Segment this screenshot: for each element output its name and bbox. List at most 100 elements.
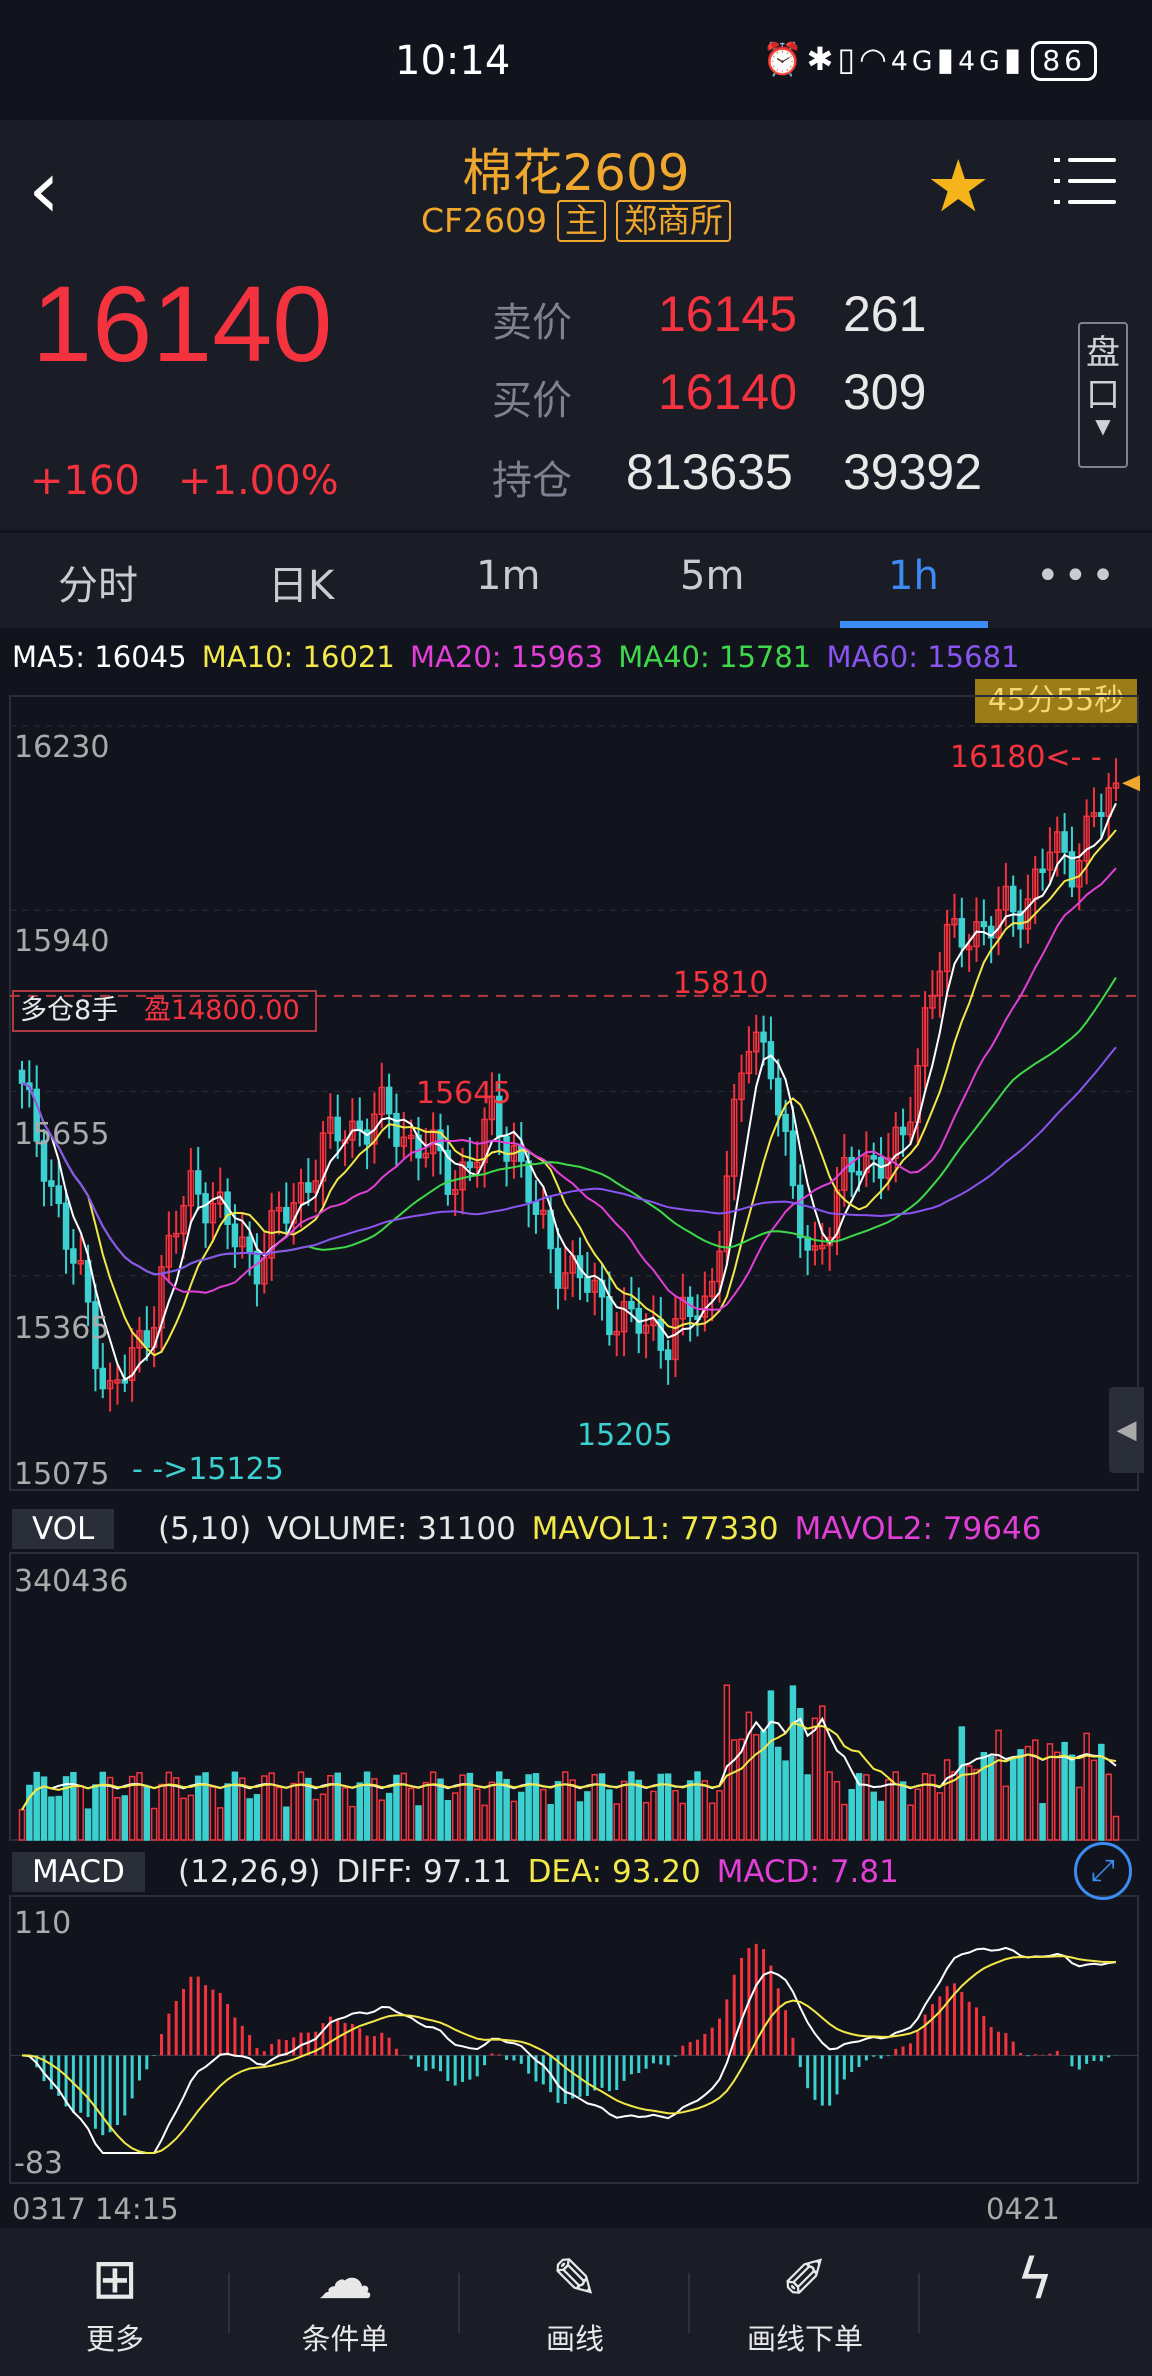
volume-bar — [415, 1805, 422, 1841]
diff-value: DIFF: 97.11 — [336, 1854, 512, 1890]
position-indicator[interactable]: 多仓8手 盈14800.00 — [12, 990, 317, 1032]
ask-volume: 261 — [843, 286, 927, 342]
candle-body — [18, 1069, 26, 1084]
volume-bar — [1039, 1803, 1046, 1841]
tab-5m[interactable]: 5m — [680, 553, 744, 599]
volume-bar — [55, 1795, 62, 1841]
dea-line — [21, 1955, 1116, 2154]
volume-bar — [1090, 1759, 1098, 1841]
nav-draw-line[interactable]: ✎ 画线 — [460, 2228, 690, 2376]
volume-bar — [18, 1809, 26, 1841]
candle-body — [363, 1129, 371, 1145]
volume-bar — [70, 1771, 77, 1841]
exchange-tag: 郑商所 — [616, 200, 731, 242]
wifi-icon: ◠ — [858, 40, 891, 78]
candle-body — [606, 1296, 613, 1336]
candle-body — [899, 1126, 907, 1136]
dea-value: DEA: 93.20 — [527, 1854, 701, 1890]
mavol1-value: MAVOL1: 77330 — [531, 1511, 779, 1547]
volume-bar — [752, 1733, 760, 1841]
candle-body — [797, 1184, 804, 1239]
candle-body — [253, 1250, 261, 1285]
fullscreen-icon[interactable]: ⤢ — [1074, 1842, 1132, 1900]
collapse-panel-icon[interactable]: ◀ — [1109, 1387, 1144, 1473]
volume-bar — [694, 1771, 701, 1841]
mavol2-value: MAVOL2: 79646 — [794, 1511, 1042, 1547]
volume-bar — [973, 1768, 980, 1841]
candle-body — [393, 1112, 400, 1147]
volume-bar — [33, 1771, 40, 1841]
pen-icon: ✎ — [551, 2247, 599, 2312]
tab-daily-k[interactable]: 日K — [268, 553, 334, 611]
candle-body — [194, 1170, 202, 1195]
candle-body — [789, 1130, 797, 1187]
volume-bar — [554, 1781, 562, 1841]
nav-condition-order[interactable]: ☁ 条件单 — [230, 2228, 460, 2376]
latest-price-marker: 16180<- - — [950, 740, 1102, 775]
menu-icon[interactable] — [1054, 158, 1116, 221]
volume-bar — [444, 1800, 452, 1841]
candle-body — [1061, 831, 1068, 853]
volume-bar — [180, 1797, 187, 1841]
nav-more[interactable]: ⊞ 更多 — [0, 2228, 230, 2376]
volume-bar — [1098, 1743, 1105, 1841]
y-tick: 16230 — [14, 730, 110, 765]
candle-body — [1098, 812, 1105, 817]
volume-bar — [987, 1755, 995, 1841]
candle-body — [584, 1276, 591, 1293]
more-tabs-icon[interactable]: ••• — [1036, 553, 1119, 599]
volume-bar — [371, 1778, 378, 1841]
volume-bar — [797, 1708, 804, 1841]
volume-bar — [650, 1790, 657, 1841]
volume-bar — [283, 1806, 290, 1841]
nav-draw-order[interactable]: ✐ 画线下单 — [690, 2228, 920, 2376]
volume-bar — [92, 1784, 99, 1841]
pen-order-icon: ✐ — [781, 2247, 829, 2312]
candle-body — [782, 1113, 789, 1132]
tab-fenshi[interactable]: 分时 — [58, 553, 138, 611]
volume-bar — [349, 1805, 356, 1841]
candle-body — [870, 1155, 877, 1160]
volume-bar — [1083, 1732, 1090, 1841]
volume-bar — [202, 1772, 209, 1841]
candle-body — [980, 921, 988, 928]
4g-signal-icon: 4G▮ — [890, 40, 959, 78]
volume-bar — [833, 1780, 841, 1841]
volume-bar — [1076, 1786, 1083, 1841]
volume-bar — [826, 1771, 833, 1841]
volume-bar — [209, 1786, 217, 1841]
kline-chart[interactable] — [0, 628, 1152, 2228]
star-icon[interactable]: ★ — [926, 150, 991, 222]
volume-bar — [980, 1751, 988, 1841]
volume-bar — [275, 1786, 283, 1841]
macd-y-min: -83 — [14, 2146, 63, 2181]
candle-body — [664, 1349, 672, 1361]
volume-bar — [914, 1788, 922, 1841]
volume-bar — [518, 1791, 525, 1841]
candle-body — [554, 1247, 562, 1289]
candle-body — [246, 1236, 253, 1253]
volume-bar — [165, 1771, 173, 1841]
price-change-pct: +1.00% — [178, 458, 339, 504]
volume-bar — [672, 1789, 679, 1841]
macd-value: MACD: 7.81 — [716, 1854, 899, 1890]
vol-params: (5,10) — [158, 1511, 252, 1547]
nav-lightning[interactable]: ϟ — [920, 2228, 1150, 2376]
macd-indicator-button[interactable]: MACD — [12, 1852, 145, 1892]
volume-bar — [775, 1746, 782, 1841]
vol-indicator-button[interactable]: VOL — [12, 1509, 115, 1549]
tab-1h[interactable]: 1h — [888, 553, 939, 599]
active-tab-indicator — [840, 621, 988, 628]
volume-bar — [319, 1793, 327, 1841]
position-label: 多仓8手 — [20, 995, 119, 1026]
volume-bar — [231, 1771, 239, 1841]
volume-bar — [77, 1785, 84, 1841]
volume-bar — [451, 1792, 459, 1841]
pankou-button[interactable]: 盘口 ▼ — [1078, 322, 1128, 468]
volume-bar — [804, 1774, 811, 1841]
open-interest-change: 39392 — [843, 444, 983, 500]
candle-body — [628, 1301, 635, 1310]
tab-1m[interactable]: 1m — [476, 553, 540, 599]
volume-bar — [789, 1685, 797, 1841]
nav-label: 更多 — [85, 2322, 144, 2356]
